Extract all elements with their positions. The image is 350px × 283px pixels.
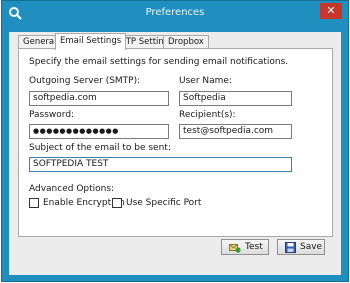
- save-disk-icon: [285, 241, 296, 253]
- user-name-label: User Name:: [179, 76, 232, 86]
- subject-label: Subject of the email to be sent:: [29, 143, 171, 153]
- password-field[interactable]: ●●●●●●●●●●●●●: [29, 124, 169, 139]
- title-bar[interactable]: Preferences ✕: [2, 1, 348, 25]
- smtp-field[interactable]: softpedia.com: [29, 91, 169, 106]
- preferences-window: Preferences ✕ General Email Settings FTP…: [1, 0, 349, 282]
- test-button-label: Test: [245, 242, 263, 252]
- recipients-field[interactable]: test@softpedia.com: [179, 124, 292, 139]
- client-area: General Email Settings FTP Settings Drop…: [9, 32, 341, 275]
- enable-encryption-option[interactable]: Enable Encryption: [29, 198, 125, 208]
- use-specific-port-option[interactable]: Use Specific Port: [112, 198, 201, 208]
- test-button[interactable]: Test: [221, 239, 269, 255]
- enable-encryption-checkbox[interactable]: [29, 198, 39, 208]
- use-specific-port-checkbox[interactable]: [112, 198, 122, 208]
- use-specific-port-label: Use Specific Port: [126, 198, 202, 208]
- save-button-label: Save: [300, 242, 323, 252]
- tab-dropbox[interactable]: Dropbox: [163, 35, 209, 49]
- save-button[interactable]: Save: [277, 239, 325, 255]
- advanced-options-label: Advanced Options:: [29, 184, 115, 194]
- window-title: Preferences: [145, 7, 205, 18]
- email-settings-panel: Specify the email settings for sending e…: [18, 48, 333, 237]
- test-email-icon: [229, 243, 241, 253]
- intro-text: Specify the email settings for sending e…: [29, 57, 289, 67]
- recipients-label: Recipient(s):: [179, 110, 236, 120]
- password-label: Password:: [29, 110, 75, 120]
- user-name-field[interactable]: Softpedia: [179, 91, 292, 106]
- tab-email-settings[interactable]: Email Settings: [55, 33, 127, 50]
- subject-field[interactable]: SOFTPEDIA TEST: [29, 157, 292, 172]
- close-button[interactable]: ✕: [320, 3, 342, 19]
- smtp-label: Outgoing Server (SMTP):: [29, 76, 141, 86]
